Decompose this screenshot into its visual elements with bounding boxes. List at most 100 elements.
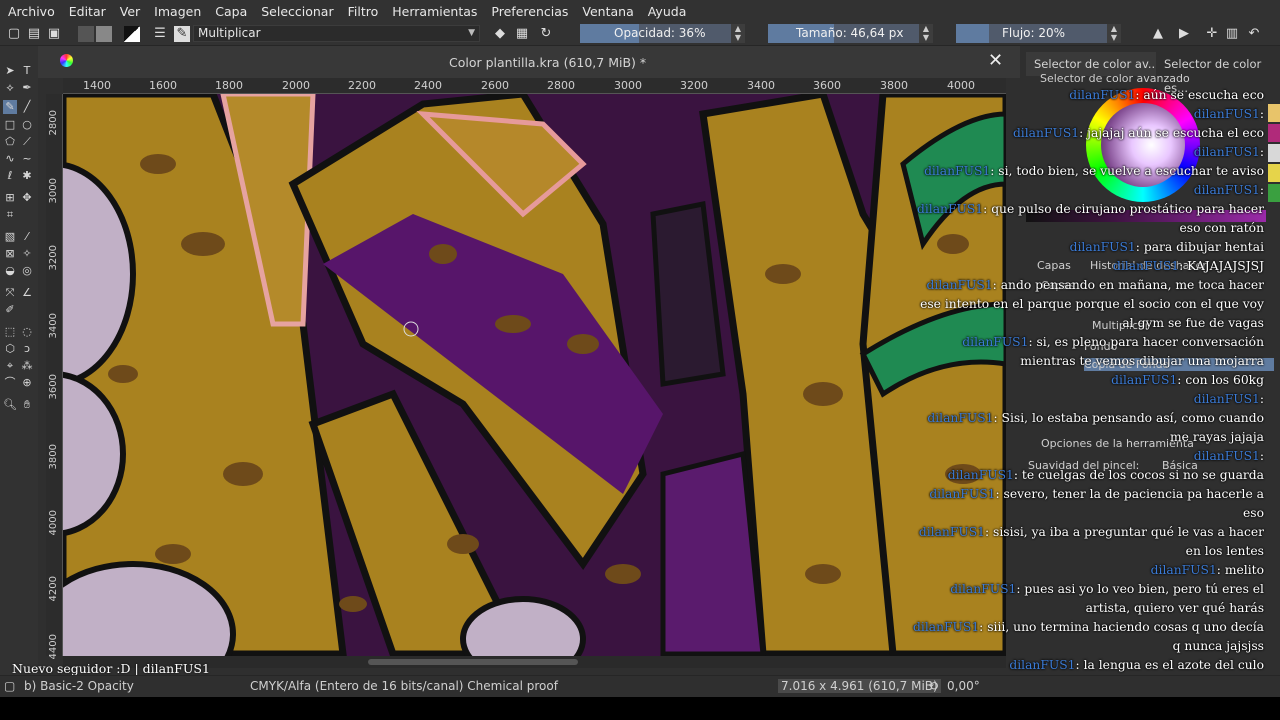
docker-title: Selector de color avanzado xyxy=(1040,72,1190,85)
opacity-slider[interactable]: Opacidad: 36% ▲ ▼ xyxy=(580,24,745,43)
text-tool-icon[interactable]: T xyxy=(20,64,34,78)
ruler-label: 2800 xyxy=(48,110,59,136)
new-document-icon[interactable]: ▢ xyxy=(6,26,22,42)
freehand-select-icon[interactable]: ↄ xyxy=(20,342,34,356)
palette-swatch[interactable] xyxy=(1268,144,1280,162)
transform-tool-icon[interactable]: ⊞ xyxy=(3,191,17,205)
chat-text: KAJAJAJSJSJ xyxy=(1187,259,1264,273)
mirror-h-icon[interactable]: ▲ xyxy=(1150,26,1166,42)
wrap-icon[interactable]: ✛ xyxy=(1204,26,1220,42)
rect-select-icon[interactable]: ⬚ xyxy=(3,325,17,339)
menu-ver[interactable]: Ver xyxy=(120,4,140,19)
document-title[interactable]: Color plantilla.kra (610,7 MiB) * xyxy=(449,55,646,70)
chat-text: severo, tener la de paciencia pa hacerle… xyxy=(1003,487,1264,520)
similar-select-icon[interactable]: ⁂ xyxy=(20,359,34,373)
line-tool-icon[interactable]: ╱ xyxy=(20,100,34,114)
undo-icon[interactable]: ↶ xyxy=(1246,26,1262,42)
smart-patch-icon[interactable]: ✧ xyxy=(20,247,34,261)
polygon-tool-icon[interactable]: ⬠ xyxy=(3,135,17,149)
ellipse-tool-icon[interactable]: ○ xyxy=(20,118,34,132)
measure-tool-icon[interactable]: ∠ xyxy=(20,286,34,300)
brush-preset-icon[interactable]: ✎ xyxy=(174,26,190,42)
enclose-fill-icon[interactable]: ◎ xyxy=(20,264,34,278)
edit-shapes-icon[interactable]: ⟡ xyxy=(3,81,17,95)
menu-herramientas[interactable]: Herramientas xyxy=(392,4,477,19)
pattern-swatch-icon[interactable] xyxy=(96,26,112,42)
move-tool-icon[interactable]: ✥ xyxy=(20,191,34,205)
menu-preferencias[interactable]: Preferencias xyxy=(491,4,568,19)
eraser-icon[interactable]: ◆ xyxy=(492,26,508,42)
menu-archivo[interactable]: Archivo xyxy=(8,4,55,19)
ruler-vertical: 2800 3000 3200 3400 3600 3800 4000 4200 … xyxy=(46,94,63,660)
ruler-label: 3600 xyxy=(813,79,841,92)
chat-username: dilanFUS1 xyxy=(1111,373,1178,387)
rotate-icon[interactable]: ⟲ xyxy=(928,679,938,693)
gradient-swatch-icon[interactable] xyxy=(78,26,94,42)
dynamic-brush-icon[interactable]: ℓ xyxy=(3,169,17,183)
chat-text: te cuelgas de los cocos si no se guarda xyxy=(1021,468,1264,482)
chat-message: dilanFUS1: xyxy=(910,105,1264,124)
chat-message: dilanFUS1: xyxy=(910,143,1264,162)
bezier-tool-icon[interactable]: ∿ xyxy=(3,152,17,166)
blend-mode-select[interactable]: Multiplicar ▼ xyxy=(193,25,480,42)
ruler-label: 1600 xyxy=(149,79,177,92)
ellipse-select-icon[interactable]: ◌ xyxy=(20,325,34,339)
brush-settings-icon[interactable]: ☰ xyxy=(152,26,168,42)
chat-username: dilanFUS1 xyxy=(926,278,993,292)
palette-swatch[interactable] xyxy=(1268,184,1280,202)
menu-capa[interactable]: Capa xyxy=(215,4,247,19)
chat-message: dilanFUS1: con los 60kg xyxy=(910,371,1264,390)
ruler-label: 1400 xyxy=(83,79,111,92)
ruler-label: 1800 xyxy=(215,79,243,92)
menu-filtro[interactable]: Filtro xyxy=(348,4,379,19)
status-rotation: 0,00° xyxy=(947,679,980,693)
ruler-label: 4400 xyxy=(48,634,59,660)
menu-imagen[interactable]: Imagen xyxy=(154,4,201,19)
spin-arrows-icon[interactable]: ▲ ▼ xyxy=(731,24,745,43)
zoom-tool-icon[interactable]: 🔍︎ xyxy=(3,398,17,412)
size-slider[interactable]: Tamaño: 46,64 px ▲ ▼ xyxy=(768,24,933,43)
menu-ayuda[interactable]: Ayuda xyxy=(648,4,687,19)
canvas-only-icon[interactable]: ▥ xyxy=(1224,26,1240,42)
polygon-select-icon[interactable]: ⬡ xyxy=(3,342,17,356)
rectangle-tool-icon[interactable]: □ xyxy=(3,118,17,132)
reference-tool-icon[interactable]: ✐ xyxy=(3,303,17,317)
palette-swatch[interactable] xyxy=(1268,104,1280,122)
drawing-canvas[interactable] xyxy=(63,94,1006,656)
fg-bg-color-icon[interactable] xyxy=(124,26,140,42)
brush-tool-icon[interactable]: ✎ xyxy=(3,100,17,114)
palette-swatch[interactable] xyxy=(1268,164,1280,182)
palette-swatch[interactable] xyxy=(1268,124,1280,142)
gradient-tool-icon[interactable]: ▧ xyxy=(3,230,17,244)
reload-icon[interactable]: ↻ xyxy=(538,26,554,42)
alpha-lock-icon[interactable]: ▦ xyxy=(514,26,530,42)
flow-slider[interactable]: Flujo: 20% ▲ ▼ xyxy=(956,24,1121,43)
scrollbar-thumb[interactable] xyxy=(368,659,578,665)
freehand-path-icon[interactable]: ~ xyxy=(20,152,34,166)
polyline-tool-icon[interactable]: ⟋ xyxy=(20,135,34,149)
chat-separator: : xyxy=(1028,335,1037,349)
color-picker-icon[interactable]: ⁄ xyxy=(20,230,34,244)
mirror-v-icon[interactable]: ▶ xyxy=(1176,26,1192,42)
pan-tool-icon[interactable]: ✋︎ xyxy=(20,398,34,412)
close-icon[interactable]: ✕ xyxy=(988,50,1003,71)
multibrush-icon[interactable]: ✱ xyxy=(20,169,34,183)
menu-editar[interactable]: Editar xyxy=(69,4,106,19)
save-icon[interactable]: ▣ xyxy=(46,26,62,42)
fill-tool-icon[interactable]: ◒ xyxy=(3,264,17,278)
assistant-tool-icon[interactable]: ⤧ xyxy=(3,286,17,300)
chat-separator: : xyxy=(1259,183,1264,197)
spin-arrows-icon[interactable]: ▲ ▼ xyxy=(1107,24,1121,43)
open-document-icon[interactable]: ▤ xyxy=(26,26,42,42)
select-shapes-icon[interactable]: ➤ xyxy=(3,64,17,78)
colorize-mask-icon[interactable]: ⊠ xyxy=(3,247,17,261)
spin-arrows-icon[interactable]: ▲ ▼ xyxy=(919,24,933,43)
menu-ventana[interactable]: Ventana xyxy=(582,4,633,19)
crop-tool-icon[interactable]: ⌗ xyxy=(3,208,17,222)
bezier-select-icon[interactable]: ⌒ xyxy=(3,376,17,390)
ruler-label: 4000 xyxy=(48,510,59,536)
magnetic-select-icon[interactable]: ⊕ xyxy=(20,376,34,390)
menu-seleccionar[interactable]: Seleccionar xyxy=(261,4,333,19)
contiguous-select-icon[interactable]: ⌖ xyxy=(3,359,17,373)
calligraphy-icon[interactable]: ✒ xyxy=(20,81,34,95)
